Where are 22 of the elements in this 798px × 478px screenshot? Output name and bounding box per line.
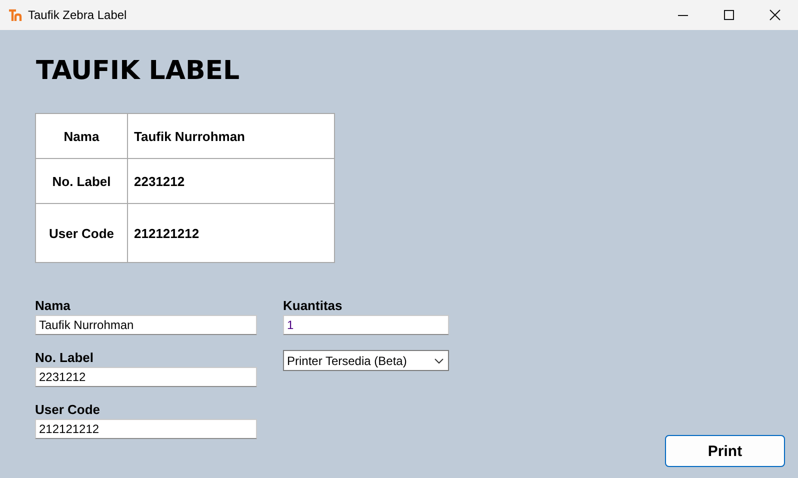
field-label: No. Label (35, 350, 95, 365)
window-title: Taufik Zebra Label (28, 8, 128, 22)
input-field[interactable]: Taufik Nurrohman (35, 315, 257, 335)
table-cell: User Code (36, 204, 128, 262)
printer-dropdown[interactable]: Printer Tersedia (Beta) (283, 350, 449, 371)
input-field[interactable]: 2231212 (35, 367, 257, 387)
close-icon (769, 9, 781, 21)
maximize-icon (723, 9, 735, 21)
table-cell: Taufik Nurrohman (128, 114, 334, 158)
input-field[interactable]: 1 (283, 315, 449, 335)
chevron-down-icon (434, 358, 444, 364)
table-cell: Nama (36, 114, 128, 158)
table-cell: 212121212 (128, 204, 334, 262)
input-field[interactable]: 212121212 (35, 419, 257, 439)
print-button[interactable]: Print (665, 435, 785, 467)
field-label: Kuantitas (283, 298, 344, 313)
field-label: Nama (35, 298, 72, 313)
table-cell: 2231212 (128, 158, 334, 204)
page-heading: TAUFIK LABEL (36, 56, 241, 86)
field-label: User Code (35, 402, 102, 417)
app-logo-icon (8, 8, 22, 22)
table-cell: No. Label (36, 158, 128, 204)
